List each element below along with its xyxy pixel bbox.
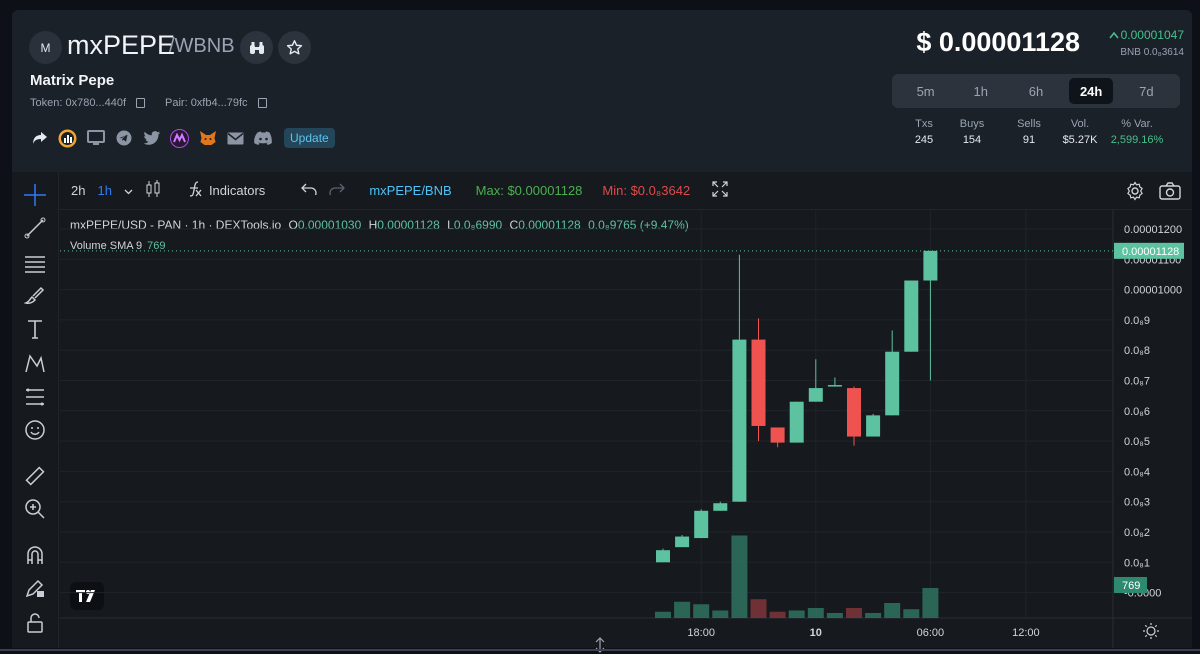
theme-icon[interactable] (1146, 626, 1156, 636)
y-tick-label: 0.0₈4 (1124, 466, 1150, 478)
candle-body (789, 401, 804, 443)
volume-bar (788, 610, 805, 618)
candle-body (751, 339, 766, 426)
volume-bar (826, 613, 843, 618)
y-tick-label: 0.0₈2 (1124, 527, 1150, 539)
theme-icon-ray (1144, 634, 1148, 638)
volume-bar (769, 611, 786, 618)
y-tick-label: 0.0₈7 (1124, 376, 1150, 388)
candle-body (656, 550, 670, 563)
volume-bar (674, 601, 691, 618)
volume-label: 769 (1122, 580, 1140, 592)
candle-body (808, 388, 823, 402)
candle-body (713, 503, 728, 511)
price-chart[interactable]: 0.000012000.000011000.000010000.0₈90.0₈8… (0, 0, 1200, 654)
volume-bar (922, 588, 939, 618)
y-tick-label: 0.0₈5 (1124, 436, 1150, 448)
candle-body (732, 339, 747, 502)
y-tick-label: 0.0₈3 (1124, 497, 1150, 509)
last-price-label: 0.00001128 (1122, 246, 1179, 258)
theme-icon-ray (1154, 634, 1158, 638)
y-tick-label: 0.0₈1 (1124, 557, 1150, 569)
candle-body (866, 415, 881, 437)
volume-bar (884, 603, 901, 618)
y-tick-label: 0.00001000 (1124, 285, 1182, 297)
y-tick-label: 0.0₈9 (1124, 315, 1150, 327)
candle-body (827, 385, 842, 387)
volume-bar (731, 535, 748, 618)
volume-bar (750, 599, 767, 618)
y-tick-label: 0.00001200 (1124, 224, 1182, 236)
y-tick-label: 0.0₈8 (1124, 345, 1150, 357)
volume-bar (712, 610, 729, 618)
candle-body (923, 250, 938, 281)
volume-bar (865, 613, 882, 618)
candle-body (885, 351, 900, 416)
candle-body (904, 280, 919, 352)
y-tick-label: 0.0₈6 (1124, 406, 1150, 418)
volume-bar (903, 609, 920, 618)
x-tick-label: 06:00 (917, 627, 945, 639)
candle-body (847, 388, 861, 437)
candle-body (675, 536, 690, 548)
volume-bar (807, 608, 824, 618)
x-tick-label: 18:00 (687, 627, 715, 639)
volume-bar (693, 604, 710, 618)
volume-bar (846, 608, 862, 618)
volume-bar (655, 611, 671, 618)
candle-body (694, 510, 709, 539)
theme-icon-ray (1144, 624, 1148, 628)
x-tick-label: 12:00 (1012, 627, 1040, 639)
theme-icon-ray (1154, 624, 1158, 628)
candle-body (770, 427, 785, 443)
x-tick-label: 10 (810, 627, 822, 639)
